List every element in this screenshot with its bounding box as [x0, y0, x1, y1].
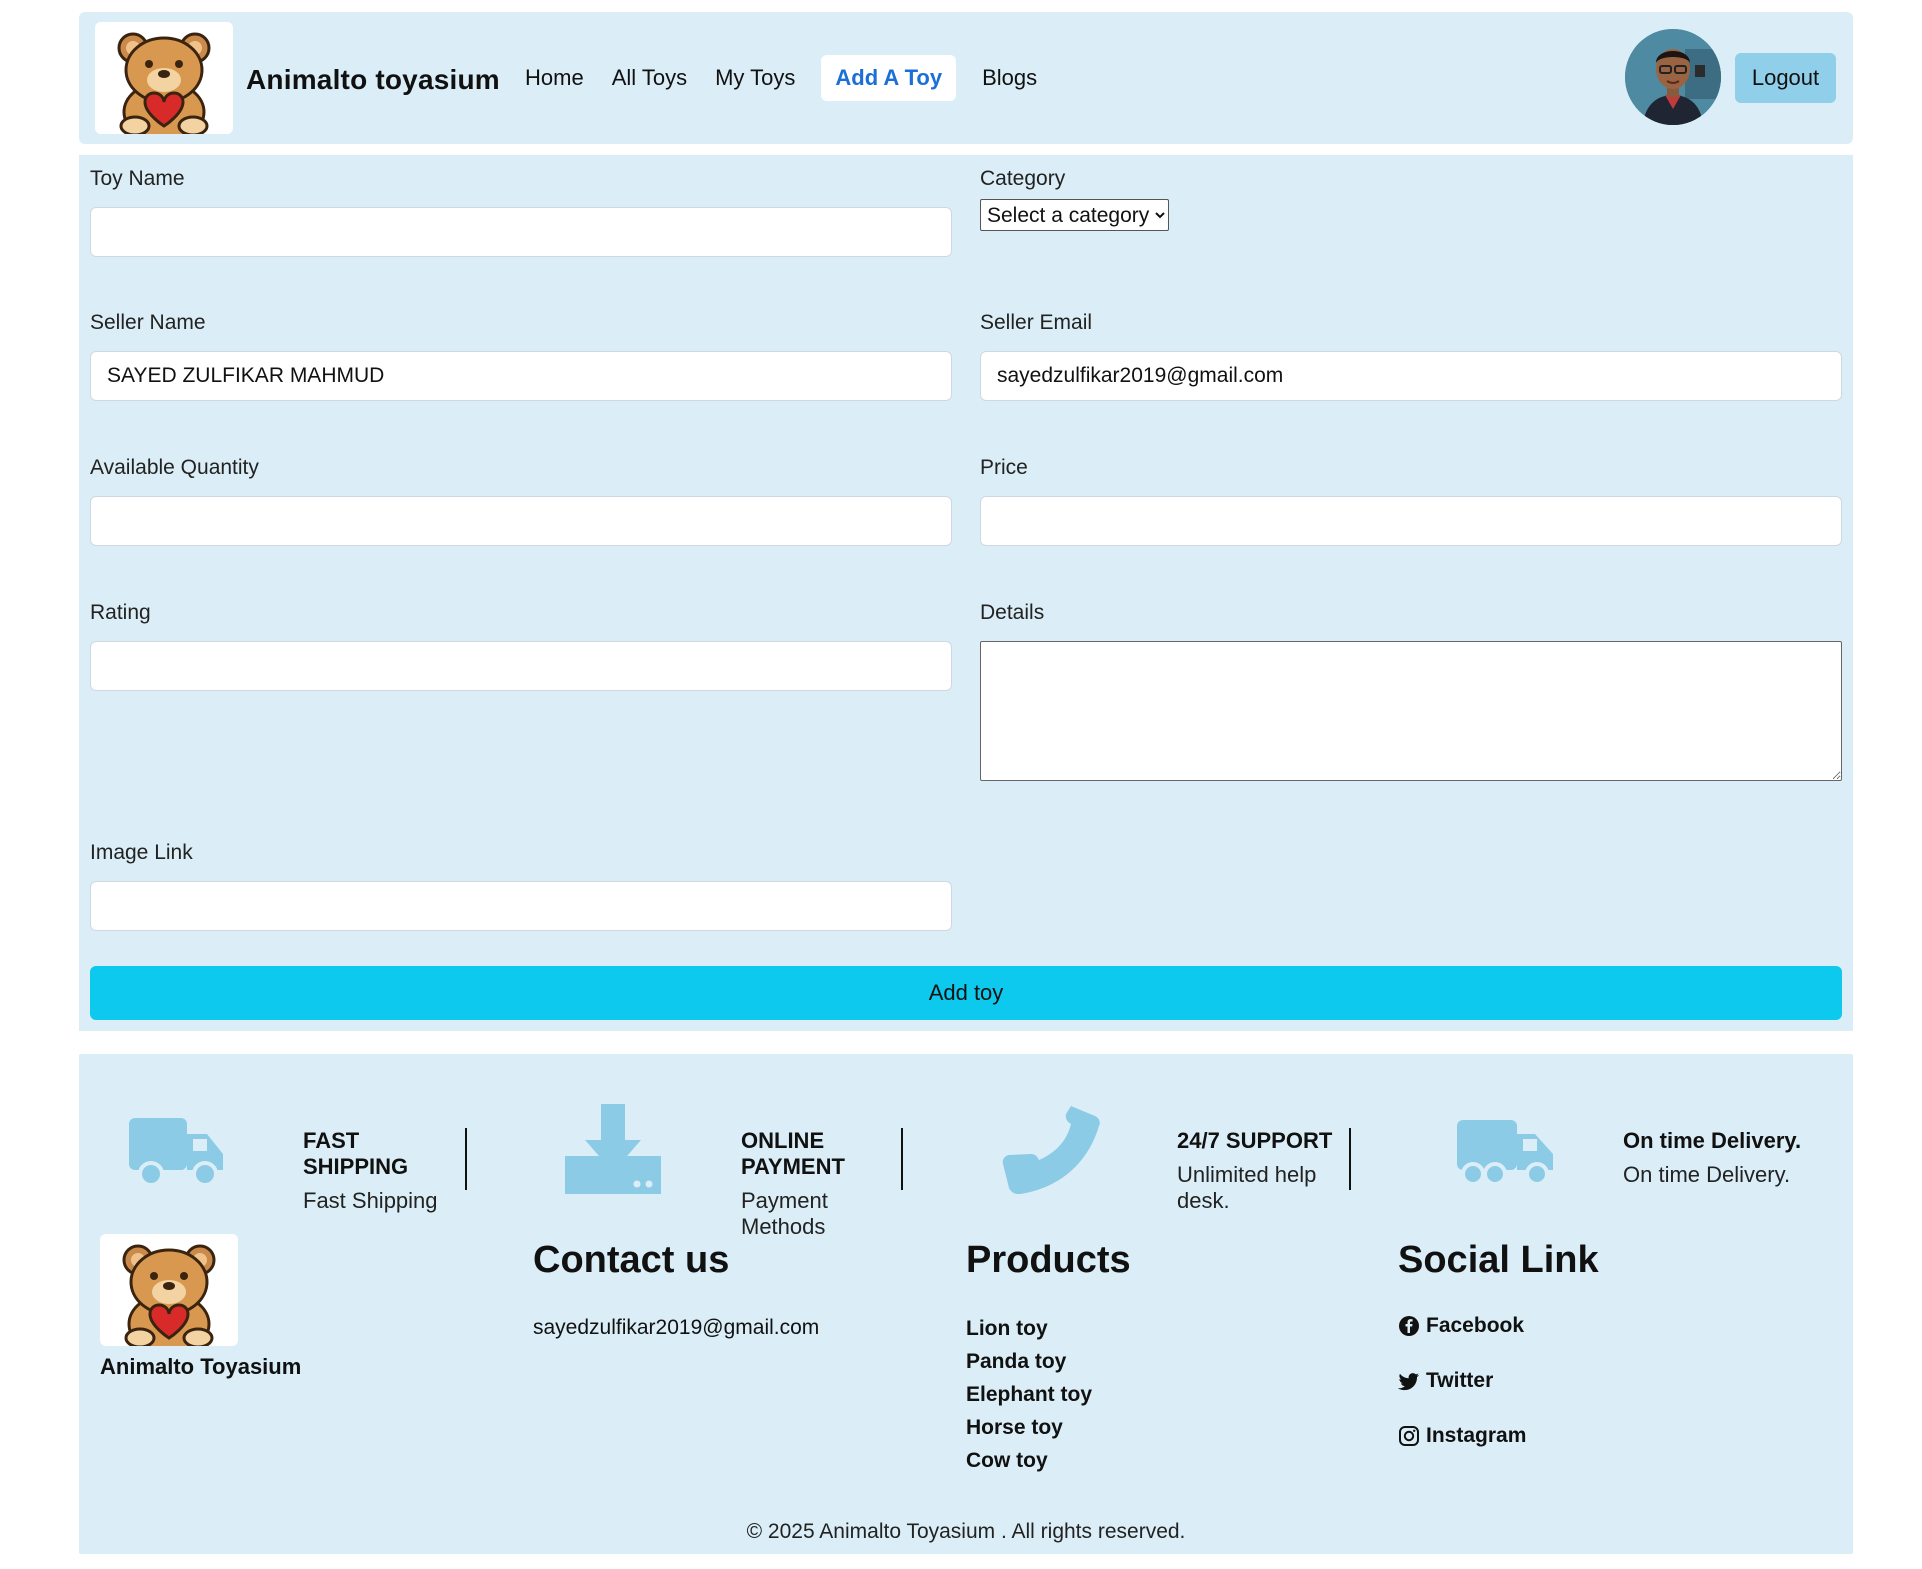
- price-label: Price: [980, 456, 1028, 479]
- feature-online-payment: ONLINE PAYMENT Payment Methods: [563, 1084, 903, 1239]
- category-label: Category: [980, 167, 1066, 190]
- feature-title: FAST SHIPPING: [303, 1128, 409, 1179]
- social-link-instagram[interactable]: Instagram: [1398, 1408, 1599, 1463]
- user-avatar[interactable]: [1625, 29, 1721, 125]
- contact-email[interactable]: sayedzulfikar2019@gmail.com: [533, 1316, 819, 1340]
- product-link-elephant[interactable]: Elephant toy: [966, 1378, 1131, 1411]
- rating-input[interactable]: [90, 641, 952, 691]
- social-label: Twitter: [1426, 1369, 1494, 1392]
- brand-name[interactable]: Animalto toyasium: [246, 64, 500, 96]
- rating-field: Rating: [90, 601, 952, 691]
- seller-name-field: Seller Name: [90, 311, 952, 401]
- main-nav: Home All Toys My Toys Add A Toy Blogs: [511, 55, 1051, 101]
- user-photo-icon: [1625, 29, 1721, 125]
- social-label: Facebook: [1426, 1314, 1525, 1337]
- feature-subtitle: Fast Shipping: [303, 1188, 438, 1213]
- social-link-facebook[interactable]: Facebook: [1398, 1298, 1599, 1353]
- feature-title: On time Delivery.: [1623, 1128, 1802, 1153]
- price-input[interactable]: [980, 496, 1842, 546]
- toy-name-input[interactable]: [90, 207, 952, 257]
- delivery-truck-icon: [1457, 1120, 1553, 1186]
- nav-my-toys[interactable]: My Toys: [701, 55, 809, 101]
- product-link-horse[interactable]: Horse toy: [966, 1411, 1131, 1444]
- rating-label: Rating: [90, 601, 151, 624]
- toy-name-field: Toy Name: [90, 167, 952, 257]
- feature-subtitle: On time Delivery.: [1623, 1162, 1791, 1187]
- products-heading: Products: [966, 1239, 1131, 1281]
- social-heading: Social Link: [1398, 1239, 1599, 1281]
- nav-blogs[interactable]: Blogs: [968, 55, 1051, 101]
- contact-heading: Contact us: [533, 1239, 730, 1281]
- nav-all-toys[interactable]: All Toys: [598, 55, 701, 101]
- navbar: Animalto toyasium Home All Toys My Toys …: [79, 12, 1853, 144]
- toy-name-label: Toy Name: [90, 167, 185, 190]
- teddy-bear-icon: [117, 32, 211, 134]
- feature-subtitle: Payment Methods: [741, 1188, 828, 1239]
- social-label: Instagram: [1426, 1424, 1527, 1447]
- seller-email-input[interactable]: [980, 351, 1842, 401]
- feature-text: FAST SHIPPING Fast Shipping: [303, 1128, 467, 1213]
- footer-brand: Animalto Toyasium: [100, 1354, 302, 1379]
- feature-text: ONLINE PAYMENT Payment Methods: [741, 1128, 903, 1239]
- truck-icon: [129, 1118, 223, 1187]
- price-field: Price: [980, 456, 1842, 546]
- site-footer: FAST SHIPPING Fast Shipping ONLINE PAYME…: [79, 1054, 1853, 1554]
- copyright-text: © 2025 Animalto Toyasium . All rights re…: [746, 1520, 1186, 1543]
- nav-home[interactable]: Home: [511, 55, 598, 101]
- seller-email-field: Seller Email: [980, 311, 1842, 401]
- product-link-panda[interactable]: Panda toy: [966, 1345, 1131, 1378]
- facebook-icon: [1399, 1315, 1419, 1336]
- image-link-field: Image Link: [90, 841, 952, 931]
- feature-title: ONLINE PAYMENT: [741, 1128, 845, 1179]
- logout-button[interactable]: Logout: [1735, 53, 1836, 103]
- category-field: Category Select a category: [980, 167, 1169, 231]
- details-field: Details: [980, 601, 1842, 786]
- teddy-bear-logo[interactable]: [95, 22, 233, 134]
- social-list: Facebook Twitter Instagram: [1398, 1298, 1599, 1463]
- instagram-icon: [1399, 1425, 1419, 1446]
- image-link-input[interactable]: [90, 881, 952, 931]
- seller-email-label: Seller Email: [980, 311, 1093, 334]
- social-link-twitter[interactable]: Twitter: [1398, 1353, 1599, 1408]
- product-link-cow[interactable]: Cow toy: [966, 1444, 1131, 1477]
- download-icon: [565, 1104, 661, 1194]
- feature-subtitle: Unlimited help desk.: [1177, 1162, 1317, 1213]
- product-link-lion[interactable]: Lion toy: [966, 1312, 1131, 1345]
- footer-logo[interactable]: [100, 1234, 238, 1346]
- feature-fast-shipping: FAST SHIPPING Fast Shipping: [127, 1084, 467, 1213]
- details-label: Details: [980, 601, 1045, 624]
- nav-add-a-toy[interactable]: Add A Toy: [821, 55, 957, 101]
- contact-column: Contact us sayedzulfikar2019@gmail.com: [533, 1239, 819, 1340]
- image-link-label: Image Link: [90, 841, 193, 864]
- feature-on-time-delivery: On time Delivery. On time Delivery.: [1455, 1084, 1845, 1194]
- details-textarea[interactable]: [980, 641, 1842, 781]
- quantity-field: Available Quantity: [90, 456, 952, 546]
- feature-support: 24/7 SUPPORT Unlimited help desk.: [1001, 1084, 1351, 1213]
- category-select[interactable]: Select a category: [980, 199, 1169, 231]
- products-list: Lion toy Panda toy Elephant toy Horse to…: [966, 1312, 1131, 1477]
- twitter-icon: [1398, 1372, 1419, 1390]
- quantity-label: Available Quantity: [90, 456, 259, 479]
- add-toy-button[interactable]: Add toy: [90, 966, 1842, 1020]
- feature-text: On time Delivery. On time Delivery.: [1623, 1128, 1815, 1190]
- seller-name-input[interactable]: [90, 351, 952, 401]
- products-column: Products Lion toy Panda toy Elephant toy…: [966, 1239, 1131, 1477]
- teddy-bear-icon: [122, 1244, 216, 1346]
- social-column: Social Link Facebook Twitter Instagram: [1398, 1239, 1599, 1463]
- quantity-input[interactable]: [90, 496, 952, 546]
- add-toy-form: Toy Name Category Select a category Sell…: [79, 155, 1853, 1031]
- feature-text: 24/7 SUPPORT Unlimited help desk.: [1177, 1128, 1351, 1213]
- feature-title: 24/7 SUPPORT: [1177, 1128, 1333, 1153]
- seller-name-label: Seller Name: [90, 311, 206, 334]
- phone-icon: [1002, 1106, 1100, 1194]
